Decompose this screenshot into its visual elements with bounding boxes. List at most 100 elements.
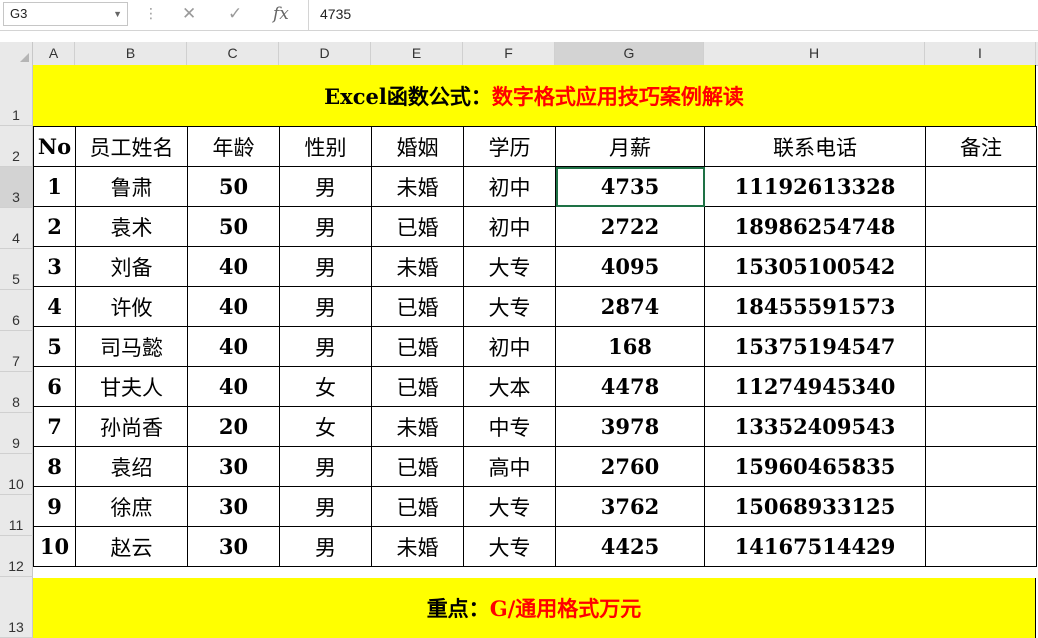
column-header-e[interactable]: E — [371, 42, 463, 65]
row-header-4[interactable]: 4 — [0, 208, 33, 249]
header-cell-no[interactable]: No — [33, 126, 76, 167]
cell-salary[interactable]: 4425 — [555, 526, 705, 567]
cell-education[interactable]: 初中 — [463, 206, 556, 247]
cell-no[interactable]: 5 — [33, 326, 76, 367]
row-header-2[interactable]: 2 — [0, 126, 33, 167]
cell-education[interactable]: 高中 — [463, 446, 556, 487]
row-header-11[interactable]: 11 — [0, 495, 33, 536]
cell-age[interactable]: 30 — [187, 526, 280, 567]
cell-name[interactable]: 孙尚香 — [75, 406, 188, 447]
column-header-h[interactable]: H — [704, 42, 925, 65]
insert-function-icon[interactable]: fx — [273, 3, 289, 25]
enter-check-icon[interactable]: ✓ — [228, 3, 242, 25]
cell-name[interactable]: 许攸 — [75, 286, 188, 327]
cell-age[interactable]: 40 — [187, 286, 280, 327]
cell-marital[interactable]: 已婚 — [371, 366, 464, 407]
cell-age[interactable]: 50 — [187, 166, 280, 207]
cell-notes[interactable] — [925, 406, 1037, 447]
row-header-12[interactable]: 12 — [0, 536, 33, 577]
cell-name[interactable]: 袁绍 — [75, 446, 188, 487]
cell-salary[interactable]: 168 — [555, 326, 705, 367]
cell-age[interactable]: 30 — [187, 446, 280, 487]
cell-phone[interactable]: 18455591573 — [704, 286, 926, 327]
cell-no[interactable]: 6 — [33, 366, 76, 407]
cancel-icon[interactable]: ✕ — [182, 3, 196, 25]
header-cell-salary[interactable]: 月薪 — [555, 126, 705, 167]
cell-salary[interactable]: 4478 — [555, 366, 705, 407]
cell-phone[interactable]: 13352409543 — [704, 406, 926, 447]
cell-marital[interactable]: 未婚 — [371, 166, 464, 207]
cell-salary[interactable]: 2760 — [555, 446, 705, 487]
cell-education[interactable]: 中专 — [463, 406, 556, 447]
cell-no[interactable]: 3 — [33, 246, 76, 287]
cell-no[interactable]: 7 — [33, 406, 76, 447]
cell-no[interactable]: 4 — [33, 286, 76, 327]
cell-age[interactable]: 40 — [187, 366, 280, 407]
footer-banner-cell[interactable]: 重点： G/通用格式万元 — [33, 578, 1036, 638]
cell-notes[interactable] — [925, 526, 1037, 567]
name-box[interactable]: G3 ▼ — [3, 2, 128, 26]
cell-marital[interactable]: 已婚 — [371, 446, 464, 487]
header-cell-gender[interactable]: 性别 — [279, 126, 372, 167]
column-header-i[interactable]: I — [925, 42, 1036, 65]
cell-salary[interactable]: 4095 — [555, 246, 705, 287]
cell-notes[interactable] — [925, 486, 1037, 527]
title-banner-cell[interactable]: Excel函数公式： 数字格式应用技巧案例解读 — [33, 65, 1036, 126]
cell-no[interactable]: 2 — [33, 206, 76, 247]
row-header-13[interactable]: 13 — [0, 577, 33, 638]
cell-marital[interactable]: 已婚 — [371, 326, 464, 367]
cell-age[interactable]: 50 — [187, 206, 280, 247]
cell-name[interactable]: 赵云 — [75, 526, 188, 567]
formula-input[interactable]: 4735 — [320, 0, 351, 30]
cell-education[interactable]: 大专 — [463, 486, 556, 527]
cell-gender[interactable]: 男 — [279, 166, 372, 207]
cell-gender[interactable]: 男 — [279, 446, 372, 487]
cell-age[interactable]: 40 — [187, 326, 280, 367]
cell-age[interactable]: 30 — [187, 486, 280, 527]
cell-notes[interactable] — [925, 166, 1037, 207]
cell-notes[interactable] — [925, 446, 1037, 487]
cell-notes[interactable] — [925, 326, 1037, 367]
header-cell-education[interactable]: 学历 — [463, 126, 556, 167]
column-header-a[interactable]: A — [33, 42, 75, 65]
cell-education[interactable]: 大专 — [463, 286, 556, 327]
cell-notes[interactable] — [925, 366, 1037, 407]
row-header-9[interactable]: 9 — [0, 413, 33, 454]
cell-phone[interactable]: 11192613328 — [704, 166, 926, 207]
cell-name[interactable]: 甘夫人 — [75, 366, 188, 407]
cell-phone[interactable]: 15068933125 — [704, 486, 926, 527]
header-cell-age[interactable]: 年龄 — [187, 126, 280, 167]
cell-salary-selected[interactable]: 4735 — [555, 166, 705, 207]
cell-no[interactable]: 10 — [33, 526, 76, 567]
cell-salary[interactable]: 2874 — [555, 286, 705, 327]
header-cell-phone[interactable]: 联系电话 — [704, 126, 926, 167]
column-header-d[interactable]: D — [279, 42, 371, 65]
cell-age[interactable]: 40 — [187, 246, 280, 287]
cell-education[interactable]: 大专 — [463, 246, 556, 287]
cell-education[interactable]: 大专 — [463, 526, 556, 567]
cell-name[interactable]: 刘备 — [75, 246, 188, 287]
cell-education[interactable]: 大本 — [463, 366, 556, 407]
cell-notes[interactable] — [925, 286, 1037, 327]
cell-phone[interactable]: 15305100542 — [704, 246, 926, 287]
cell-education[interactable]: 初中 — [463, 166, 556, 207]
cell-phone[interactable]: 11274945340 — [704, 366, 926, 407]
row-header-6[interactable]: 6 — [0, 290, 33, 331]
cell-phone[interactable]: 15375194547 — [704, 326, 926, 367]
cell-marital[interactable]: 已婚 — [371, 286, 464, 327]
cell-name[interactable]: 徐庶 — [75, 486, 188, 527]
cell-name[interactable]: 鲁肃 — [75, 166, 188, 207]
cell-name[interactable]: 袁术 — [75, 206, 188, 247]
cell-marital[interactable]: 已婚 — [371, 486, 464, 527]
cell-salary[interactable]: 2722 — [555, 206, 705, 247]
cell-gender[interactable]: 男 — [279, 286, 372, 327]
row-header-7[interactable]: 7 — [0, 331, 33, 372]
cell-gender[interactable]: 女 — [279, 406, 372, 447]
cell-gender[interactable]: 男 — [279, 486, 372, 527]
column-header-c[interactable]: C — [187, 42, 279, 65]
column-header-g[interactable]: G — [555, 42, 704, 65]
select-all-corner[interactable] — [0, 42, 33, 65]
cell-phone[interactable]: 14167514429 — [704, 526, 926, 567]
row-header-1[interactable]: 1 — [0, 65, 33, 126]
row-header-10[interactable]: 10 — [0, 454, 33, 495]
